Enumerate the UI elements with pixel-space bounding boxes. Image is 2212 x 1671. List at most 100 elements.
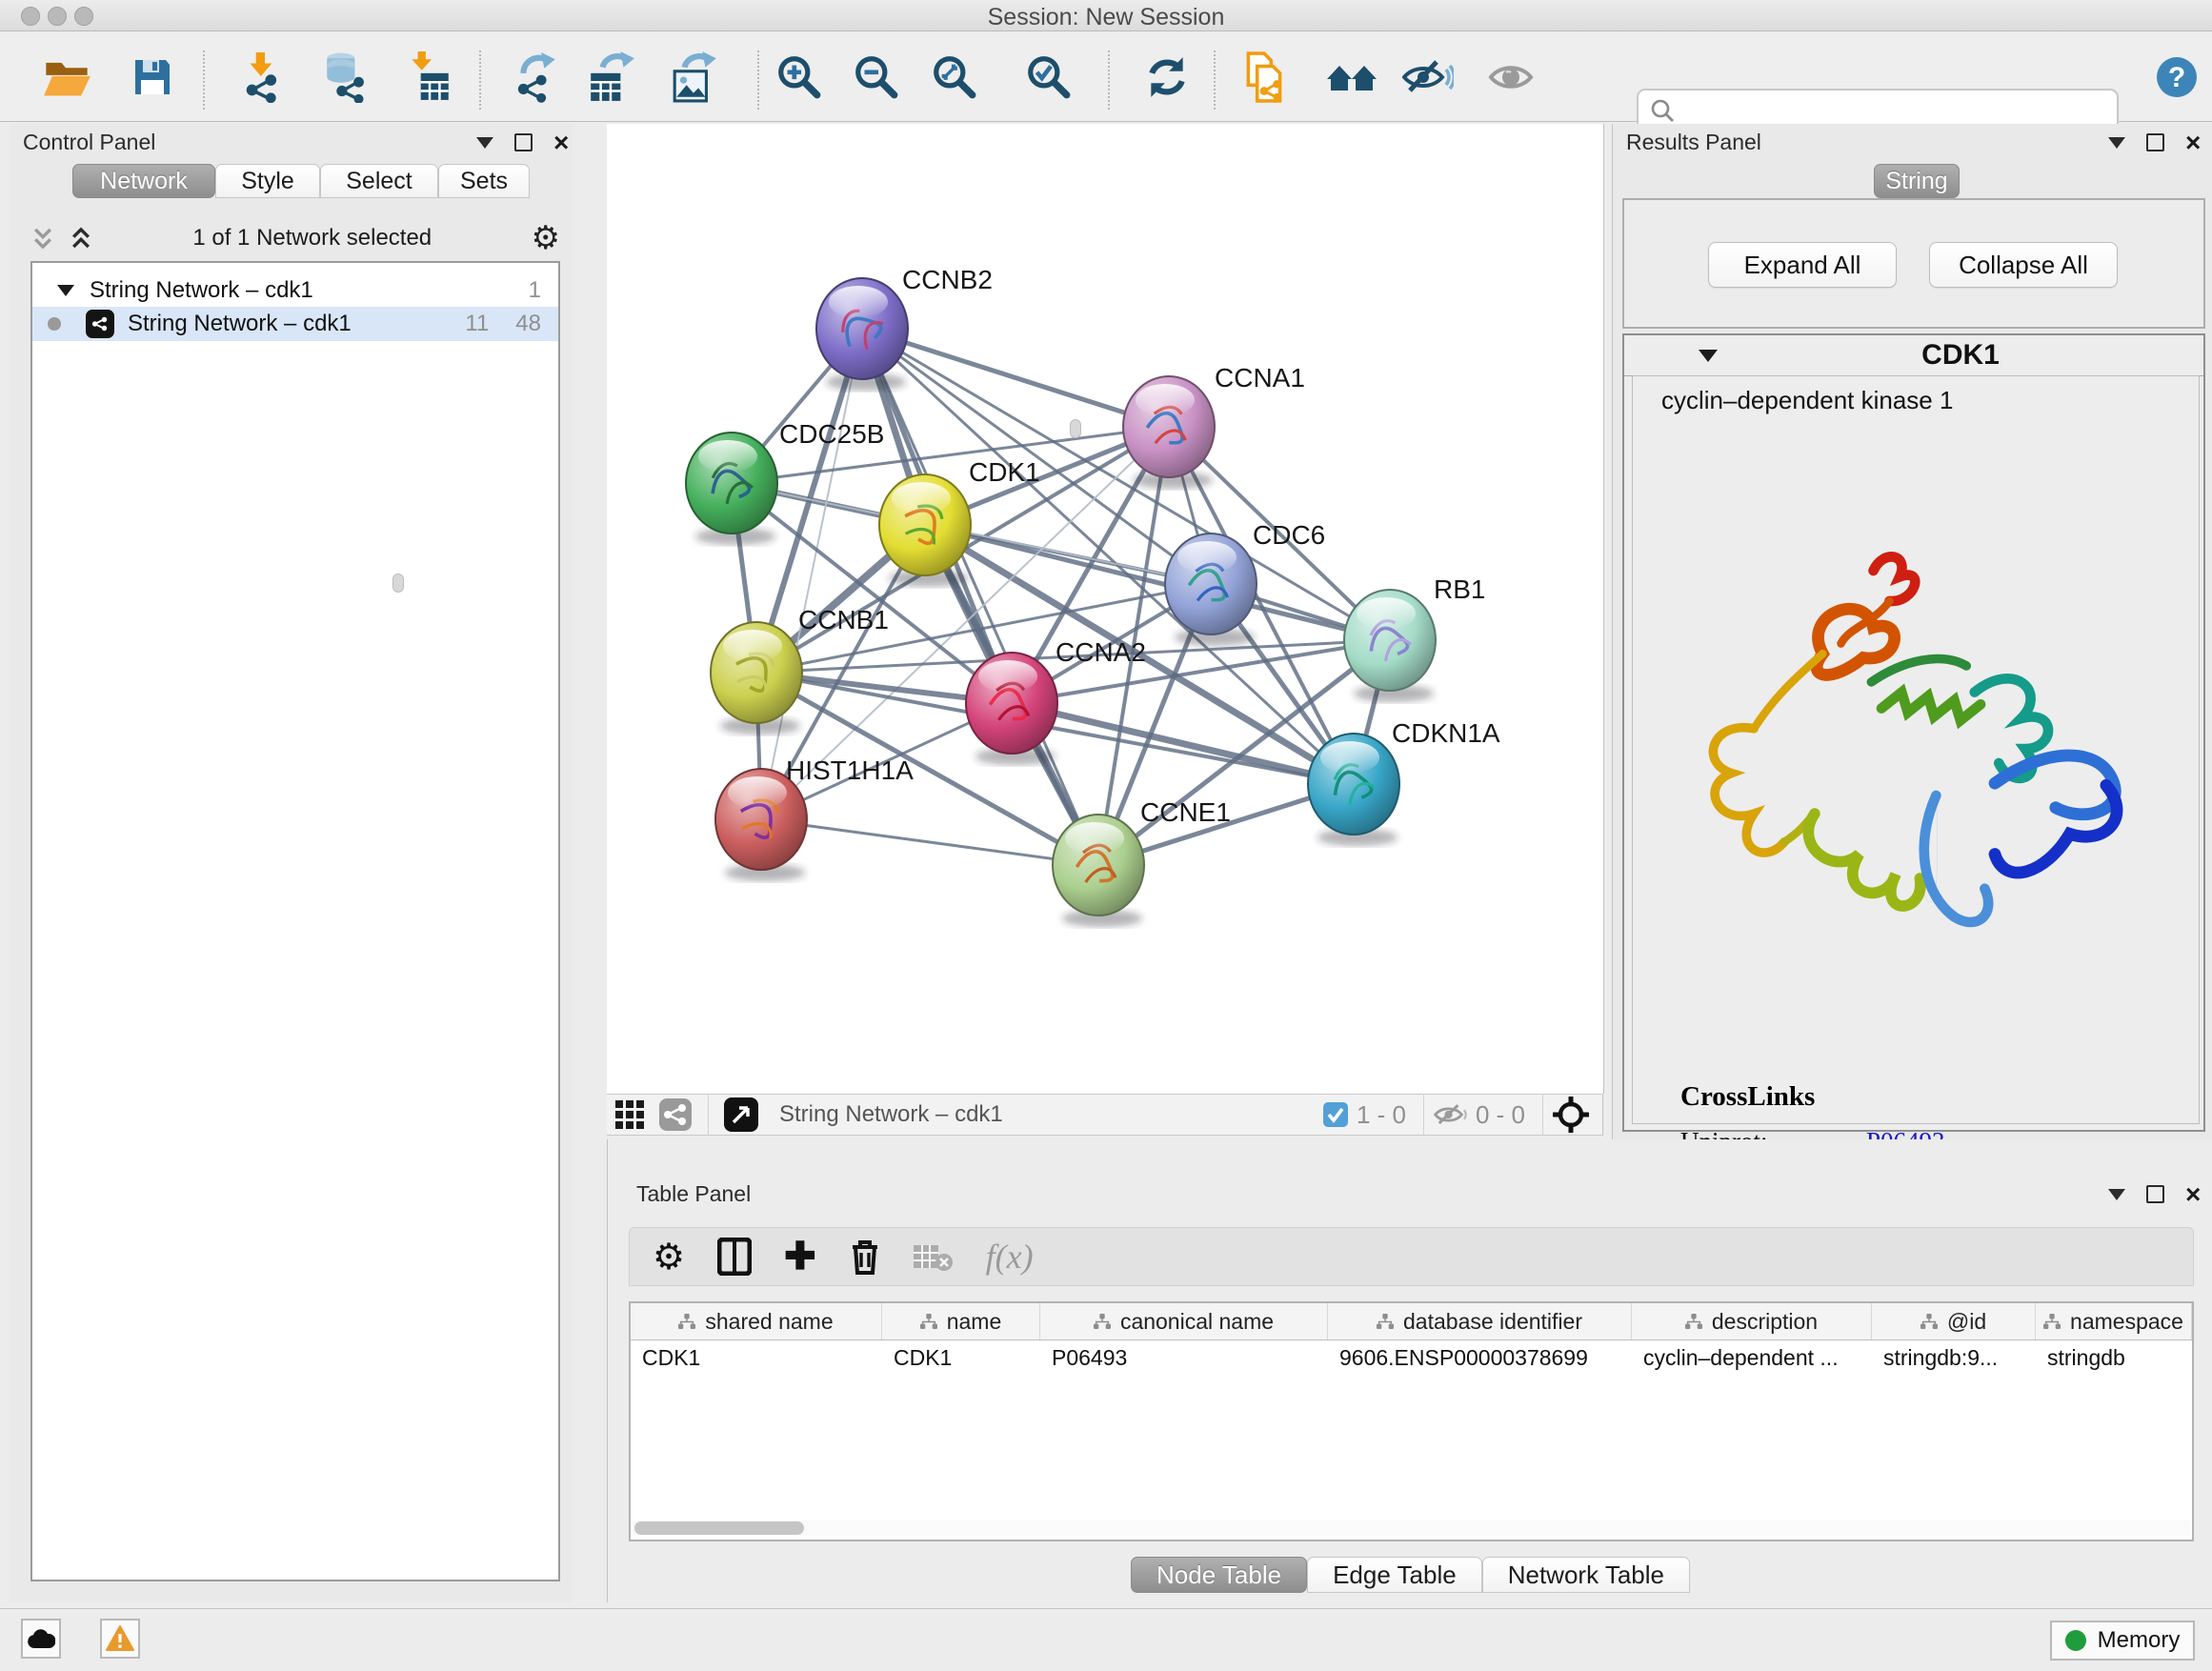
edge-HIST1H1A-CCNE1[interactable]	[761, 819, 1098, 865]
export-image-button[interactable]	[667, 47, 724, 108]
column-header-name[interactable]: name	[882, 1303, 1040, 1339]
edge-CDC25B-CDC6[interactable]	[732, 483, 1211, 584]
node-CCNB2[interactable]: CCNB2	[816, 265, 993, 391]
cell-name[interactable]: CDK1	[882, 1340, 1040, 1375]
node-CDC6[interactable]: CDC6	[1165, 520, 1325, 646]
network-collection-row[interactable]: String Network – cdk1 1	[32, 274, 558, 307]
protein-header-row[interactable]: CDK1	[1624, 335, 2203, 376]
tab-sets[interactable]: Sets	[438, 164, 530, 198]
save-session-button[interactable]	[124, 47, 181, 108]
scrollbar-thumb[interactable]	[634, 1521, 804, 1535]
cell-canonical-name[interactable]: P06493	[1040, 1340, 1328, 1375]
close-panel-icon[interactable]: ×	[553, 135, 569, 150]
cell-database-identifier[interactable]: 9606.ENSP00000378699	[1328, 1340, 1632, 1375]
tab-select[interactable]: Select	[320, 164, 438, 198]
zoom-in-button[interactable]	[771, 47, 828, 108]
expand-all-icon[interactable]	[69, 226, 93, 251]
tab-style[interactable]: Style	[215, 164, 320, 198]
column-type-icon	[1094, 1309, 1111, 1335]
zoom-fit-content-button[interactable]	[926, 47, 983, 108]
zoom-selected-button[interactable]	[1020, 47, 1077, 108]
column-header-@id[interactable]: @id	[1872, 1303, 2036, 1339]
node-CCNE1[interactable]: CCNE1	[1053, 797, 1231, 927]
expand-all-button[interactable]: Expand All	[1708, 242, 1897, 288]
network-graph[interactable]: CCNB2CCNA1CDC25BCDK1CDC6RB1CCNB1CCNA2CDK…	[607, 124, 1602, 1094]
collection-expand-icon[interactable]	[57, 285, 74, 296]
export-network-button[interactable]	[509, 47, 566, 108]
network-view-canvas[interactable]: CCNB2CCNA1CDC25BCDK1CDC6RB1CCNB1CCNA2CDK…	[607, 124, 1604, 1094]
node-RB1[interactable]: RB1	[1344, 574, 1485, 702]
column-header-namespace[interactable]: namespace	[2036, 1303, 2192, 1339]
table-options-gear-icon[interactable]: ⚙	[653, 1236, 685, 1278]
collapse-all-button[interactable]: Collapse All	[1929, 242, 2118, 288]
home-view-button[interactable]	[1323, 47, 1380, 108]
collapse-panel-icon[interactable]	[2108, 137, 2125, 149]
splitter-handle[interactable]	[1070, 419, 1081, 438]
protein-detail-box: CDK1 cyclin–dependent kinase 1	[1622, 333, 2205, 1132]
toolbar-separator	[1423, 1094, 1424, 1136]
hide-selected-eye-icon-button[interactable]	[1399, 47, 1457, 108]
table-toolbar: ⚙ ✚ f(x)	[629, 1227, 2194, 1286]
function-builder-icon[interactable]: f(x)	[986, 1237, 1034, 1277]
cloud-status-button[interactable]	[21, 1619, 61, 1659]
protein-collapse-icon[interactable]	[1699, 350, 1718, 362]
show-columns-icon[interactable]	[717, 1238, 752, 1276]
zoom-out-button[interactable]	[848, 47, 905, 108]
cell-@id[interactable]: stringdb:9...	[1872, 1340, 2036, 1375]
grid-view-icon[interactable]	[607, 1096, 653, 1134]
node-HIST1H1A[interactable]: HIST1H1A	[715, 755, 914, 881]
column-label: @id	[1947, 1309, 1986, 1335]
help-button[interactable]: ?	[2148, 47, 2205, 108]
search-input[interactable]	[1686, 97, 2100, 126]
cell-namespace[interactable]: stringdb	[2036, 1340, 2192, 1375]
collapse-panel-icon[interactable]	[476, 137, 493, 149]
tab-string-results[interactable]: String	[1874, 164, 1960, 198]
show-all-eye-icon-button[interactable]	[1484, 47, 1541, 108]
add-column-plus-icon[interactable]: ✚	[784, 1235, 816, 1278]
column-header-canonical-name[interactable]: canonical name	[1040, 1303, 1328, 1339]
close-panel-icon[interactable]: ×	[2185, 1187, 2201, 1201]
column-header-database-identifier[interactable]: database identifier	[1328, 1303, 1632, 1339]
splitter-handle[interactable]	[392, 574, 404, 593]
refresh-layout-button[interactable]	[1138, 47, 1196, 108]
column-header-description[interactable]: description	[1632, 1303, 1872, 1339]
column-label: canonical name	[1120, 1309, 1274, 1335]
table-horizontal-scrollbar[interactable]	[633, 1520, 2190, 1536]
collapse-panel-icon[interactable]	[2108, 1189, 2125, 1200]
network-options-gear-icon[interactable]: ⚙	[532, 219, 560, 257]
cell-description[interactable]: cyclin–dependent ...	[1632, 1340, 1872, 1375]
network-row-selected[interactable]: String Network – cdk1 11 48	[32, 307, 558, 341]
tab-node-table[interactable]: Node Table	[1131, 1557, 1307, 1593]
delete-table-icon[interactable]	[914, 1241, 954, 1272]
tab-edge-table[interactable]: Edge Table	[1307, 1557, 1482, 1593]
node-CDKN1A[interactable]: CDKN1A	[1308, 718, 1500, 846]
hidden-eye-slash-icon	[1434, 1100, 1468, 1129]
tab-network[interactable]: Network	[72, 164, 215, 198]
delete-column-trash-icon[interactable]	[849, 1238, 881, 1276]
import-network-database-button[interactable]	[316, 47, 373, 108]
float-panel-icon[interactable]	[2146, 133, 2164, 151]
warning-status-button[interactable]	[100, 1619, 140, 1659]
duplicate-network-button[interactable]	[1237, 47, 1294, 108]
float-panel-icon[interactable]	[514, 133, 533, 151]
node-CCNB1[interactable]: CCNB1	[711, 605, 889, 735]
edge-CCNB2-CCNA1[interactable]	[862, 329, 1169, 427]
cytoscape-window: Session: New Session	[0, 0, 2212, 1671]
center-view-crosshair-icon[interactable]	[1553, 1097, 1589, 1133]
float-panel-icon[interactable]	[2146, 1185, 2164, 1203]
collapse-all-icon[interactable]	[30, 226, 55, 251]
import-table-file-button[interactable]	[400, 47, 457, 108]
import-network-file-button[interactable]	[235, 47, 292, 108]
table-panel: Table Panel × ⚙ ✚ f(x) shared namenameca…	[607, 1139, 2212, 1602]
cell-shared-name[interactable]: CDK1	[631, 1340, 882, 1375]
birdseye-view-toggle[interactable]	[718, 1096, 764, 1134]
open-session-button[interactable]	[38, 47, 95, 108]
export-table-button[interactable]	[583, 47, 640, 108]
close-panel-icon[interactable]: ×	[2185, 135, 2201, 150]
column-header-shared-name[interactable]: shared name	[631, 1303, 882, 1339]
memory-status-button[interactable]: Memory	[2050, 1621, 2195, 1661]
selected-checkbox-icon[interactable]	[1322, 1101, 1349, 1128]
string-view-icon[interactable]	[653, 1096, 698, 1134]
tab-network-table[interactable]: Network Table	[1482, 1557, 1690, 1593]
table-row[interactable]: CDK1CDK1P064939606.ENSP00000378699cyclin…	[631, 1340, 2192, 1375]
